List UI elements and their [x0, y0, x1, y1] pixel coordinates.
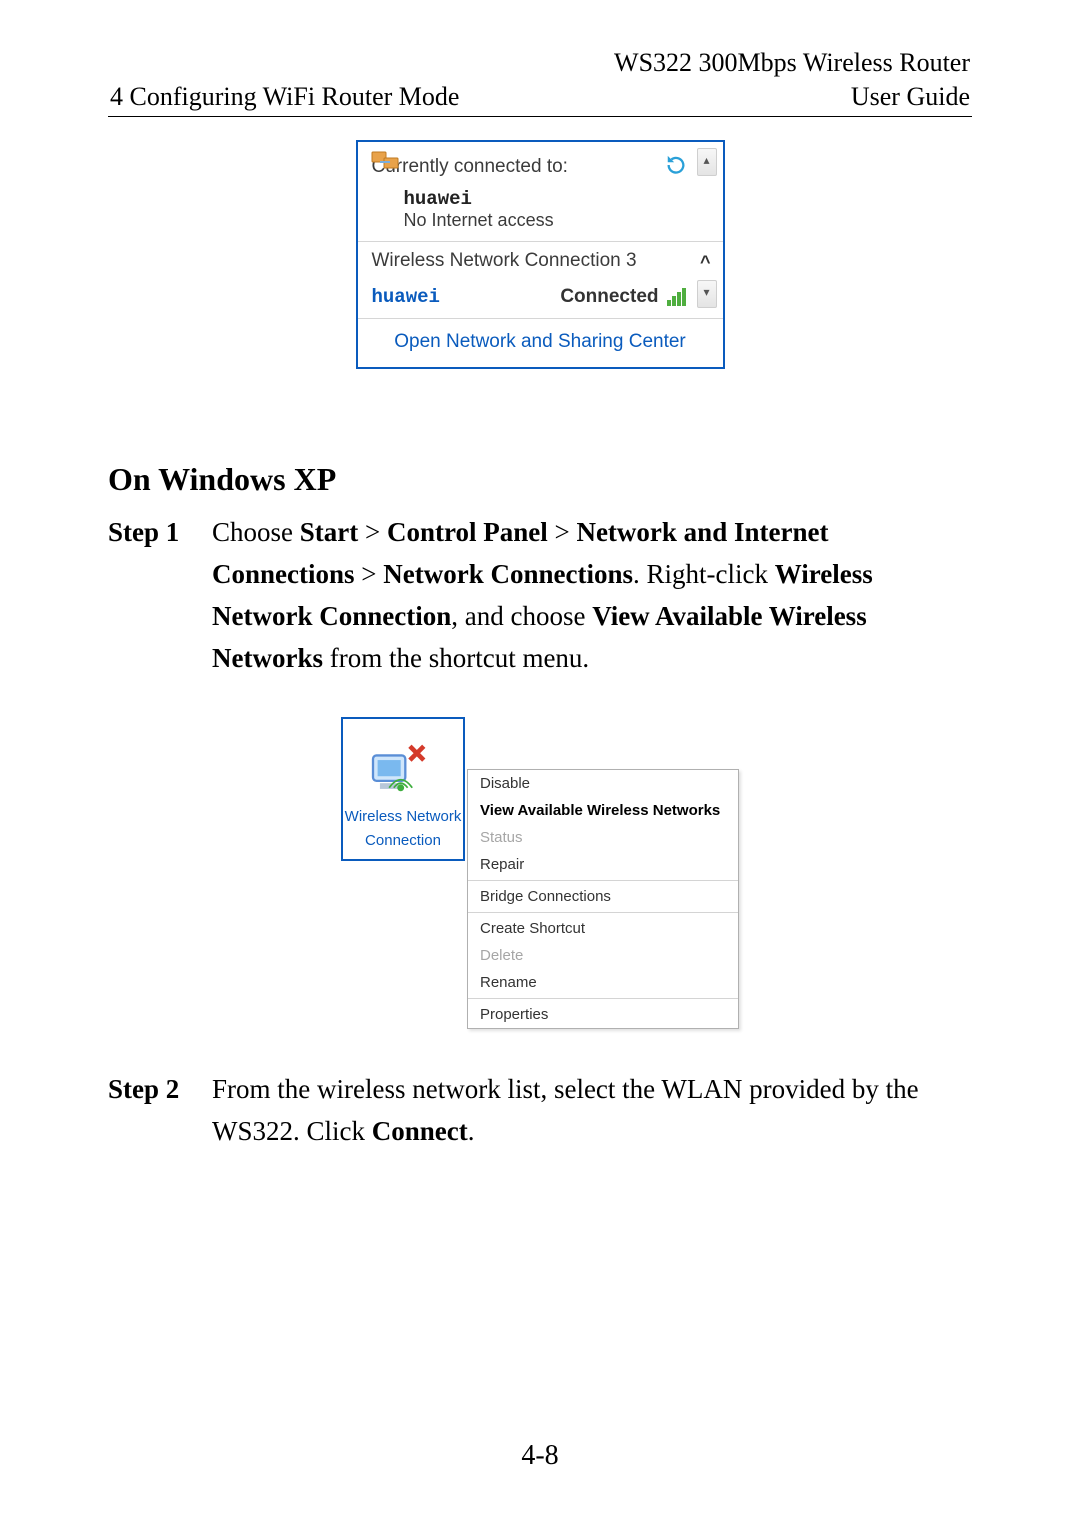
page-number: 4-8: [0, 1440, 1080, 1472]
net-status: No Internet access: [404, 210, 554, 230]
ctx-create-shortcut[interactable]: Create Shortcut: [468, 915, 738, 942]
ssid-name: huawei: [404, 188, 709, 210]
step-1-body: Choose Start > Control Panel > Network a…: [212, 512, 972, 679]
ctx-rename[interactable]: Rename: [468, 969, 738, 996]
open-sharing-center-link[interactable]: Open Network and Sharing Center: [358, 318, 723, 367]
chevron-up-icon: ^: [700, 252, 711, 273]
section-heading: On Windows XP: [108, 461, 972, 498]
connected-network-row[interactable]: huawei Connected ▾: [358, 280, 723, 318]
wlan-adapter-label: Wireless Network Connection 3: [372, 250, 637, 271]
scroll-up-button[interactable]: ▴: [697, 148, 717, 176]
step-2: Step 2 From the wireless network list, s…: [108, 1069, 972, 1153]
wireless-connection-icon-box[interactable]: Wireless Network Connection: [341, 717, 465, 861]
icon-label-line1: Wireless Network: [343, 808, 463, 825]
icon-label-line2: Connection: [343, 832, 463, 849]
connected-ssid: huawei: [372, 286, 440, 308]
connected-state: Connected: [560, 286, 658, 308]
step-2-body: From the wireless network list, select t…: [212, 1069, 972, 1153]
scroll-down-button[interactable]: ▾: [697, 280, 717, 308]
wlan-adapter-row[interactable]: Wireless Network Connection 3 ^: [358, 242, 723, 280]
ctx-status: Status: [468, 824, 738, 851]
refresh-icon[interactable]: [665, 154, 687, 176]
step-2-label: Step 2: [108, 1069, 212, 1153]
network-flyout-figure: Currently connected to: ▴ huawei No Inte…: [356, 140, 725, 369]
doc-type: User Guide: [851, 82, 970, 112]
ctx-disable[interactable]: Disable: [468, 770, 738, 797]
signal-bars-icon: [667, 286, 689, 306]
step-1-label: Step 1: [108, 512, 212, 679]
header-rule: [108, 116, 972, 117]
ctx-properties[interactable]: Properties: [468, 1001, 738, 1028]
wireless-connection-icon: [368, 737, 438, 797]
ctx-delete: Delete: [468, 942, 738, 969]
network-icon: [370, 146, 402, 174]
ctx-bridge[interactable]: Bridge Connections: [468, 883, 738, 910]
ctx-view-available[interactable]: View Available Wireless Networks: [468, 797, 738, 824]
step-1: Step 1 Choose Start > Control Panel > Ne…: [108, 512, 972, 679]
flyout-header: Currently connected to: ▴: [358, 142, 723, 186]
ctx-repair[interactable]: Repair: [468, 851, 738, 878]
chapter-title: 4 Configuring WiFi Router Mode: [110, 82, 459, 112]
context-menu: Disable View Available Wireless Networks…: [467, 769, 739, 1029]
xp-context-menu-figure: Wireless Network Connection Disable View…: [341, 717, 739, 1029]
product-title: WS322 300Mbps Wireless Router: [614, 48, 970, 78]
